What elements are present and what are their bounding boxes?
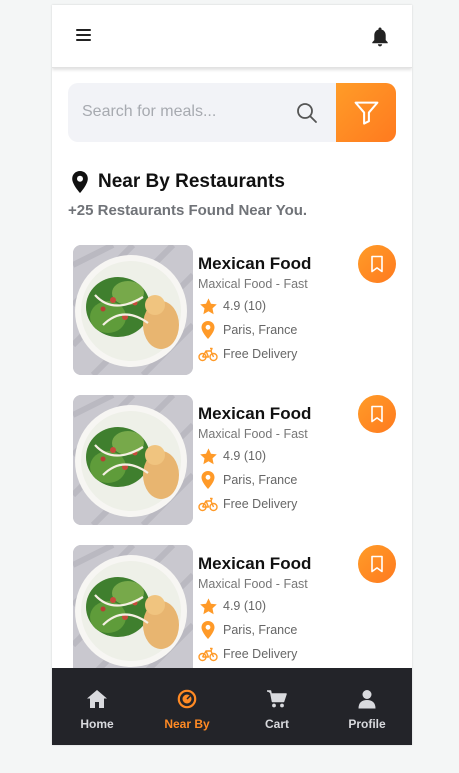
restaurant-image — [73, 395, 193, 525]
bookmark-button[interactable] — [358, 395, 396, 433]
nav-item-near-by[interactable]: Near By — [142, 668, 232, 745]
location-text: Paris, France — [223, 623, 298, 637]
rating-row: 4.9 (10) — [198, 296, 266, 316]
nav-label-profile: Profile — [348, 717, 386, 731]
section-header: Near By Restaurants — [70, 169, 285, 195]
delivery-row: Free Delivery — [198, 344, 297, 364]
bottom-navigation: Home Near By Cart Profile — [52, 668, 412, 745]
search-input[interactable] — [82, 101, 272, 123]
restaurant-image — [73, 545, 193, 675]
location-text: Paris, France — [223, 473, 298, 487]
bookmark-icon — [371, 405, 383, 423]
nav-label-cart: Cart — [264, 717, 289, 731]
delivery-text: Free Delivery — [223, 647, 298, 661]
location-row: Paris, France — [198, 620, 297, 640]
section-title: Near By Restaurants — [98, 171, 285, 192]
rating-row: 4.9 (10) — [198, 596, 266, 616]
star-icon — [198, 296, 218, 316]
location-pin-icon — [198, 320, 218, 340]
location-row: Paris, France — [198, 470, 297, 490]
restaurant-card[interactable]: Mexican Food Maxical Food - Fast 4.9 (10… — [73, 245, 403, 375]
location-pin-icon — [198, 620, 218, 640]
location-pin-icon — [72, 171, 88, 193]
bookmark-button[interactable] — [358, 245, 396, 283]
nav-label-home: Home — [80, 717, 114, 731]
filter-button[interactable] — [336, 83, 396, 142]
filter-icon — [354, 101, 379, 125]
delivery-text: Free Delivery — [223, 347, 298, 361]
bookmark-button[interactable] — [358, 545, 396, 583]
delivery-text: Free Delivery — [223, 497, 298, 511]
bicycle-icon — [198, 344, 218, 364]
location-text: Paris, France — [223, 323, 298, 337]
cart-icon — [266, 688, 288, 710]
search-bar — [68, 83, 396, 142]
nav-item-cart[interactable]: Cart — [232, 668, 322, 745]
star-icon — [198, 446, 218, 466]
restaurant-card[interactable]: Mexican Food Maxical Food - Fast 4.9 (10… — [73, 395, 403, 525]
hamburger-menu-icon[interactable] — [76, 29, 92, 43]
delivery-row: Free Delivery — [198, 644, 297, 664]
restaurant-name: Mexican Food — [198, 404, 312, 423]
bicycle-icon — [198, 494, 218, 514]
nav-item-home[interactable]: Home — [52, 668, 142, 745]
section-subtitle: +25 Restaurants Found Near You. — [68, 202, 308, 219]
bicycle-icon — [198, 644, 218, 664]
location-row: Paris, France — [198, 320, 297, 340]
home-icon — [86, 688, 108, 710]
location-pin-icon — [198, 470, 218, 490]
delivery-row: Free Delivery — [198, 494, 297, 514]
rating-row: 4.9 (10) — [198, 446, 266, 466]
bookmark-icon — [371, 255, 383, 273]
rating-text: 4.9 (10) — [223, 599, 267, 613]
restaurant-category: Maxical Food - Fast — [198, 277, 308, 291]
bell-icon[interactable] — [370, 26, 390, 48]
search-field-container — [68, 83, 338, 142]
search-icon[interactable] — [296, 102, 318, 124]
profile-icon — [356, 688, 378, 710]
restaurant-name: Mexican Food — [198, 254, 312, 273]
restaurant-category: Maxical Food - Fast — [198, 577, 308, 591]
restaurant-name: Mexican Food — [198, 554, 312, 573]
nav-label-near-by: Near By — [164, 717, 210, 731]
restaurant-category: Maxical Food - Fast — [198, 427, 308, 441]
restaurant-card[interactable]: Mexican Food Maxical Food - Fast 4.9 (10… — [73, 545, 403, 675]
star-icon — [198, 596, 218, 616]
rating-text: 4.9 (10) — [223, 449, 267, 463]
rating-text: 4.9 (10) — [223, 299, 267, 313]
restaurant-image — [73, 245, 193, 375]
top-app-bar — [52, 5, 412, 68]
app-screen: Near By Restaurants +25 Restaurants Foun… — [52, 5, 412, 745]
nav-item-profile[interactable]: Profile — [322, 668, 412, 745]
near-by-icon — [176, 688, 198, 710]
bookmark-icon — [371, 555, 383, 573]
